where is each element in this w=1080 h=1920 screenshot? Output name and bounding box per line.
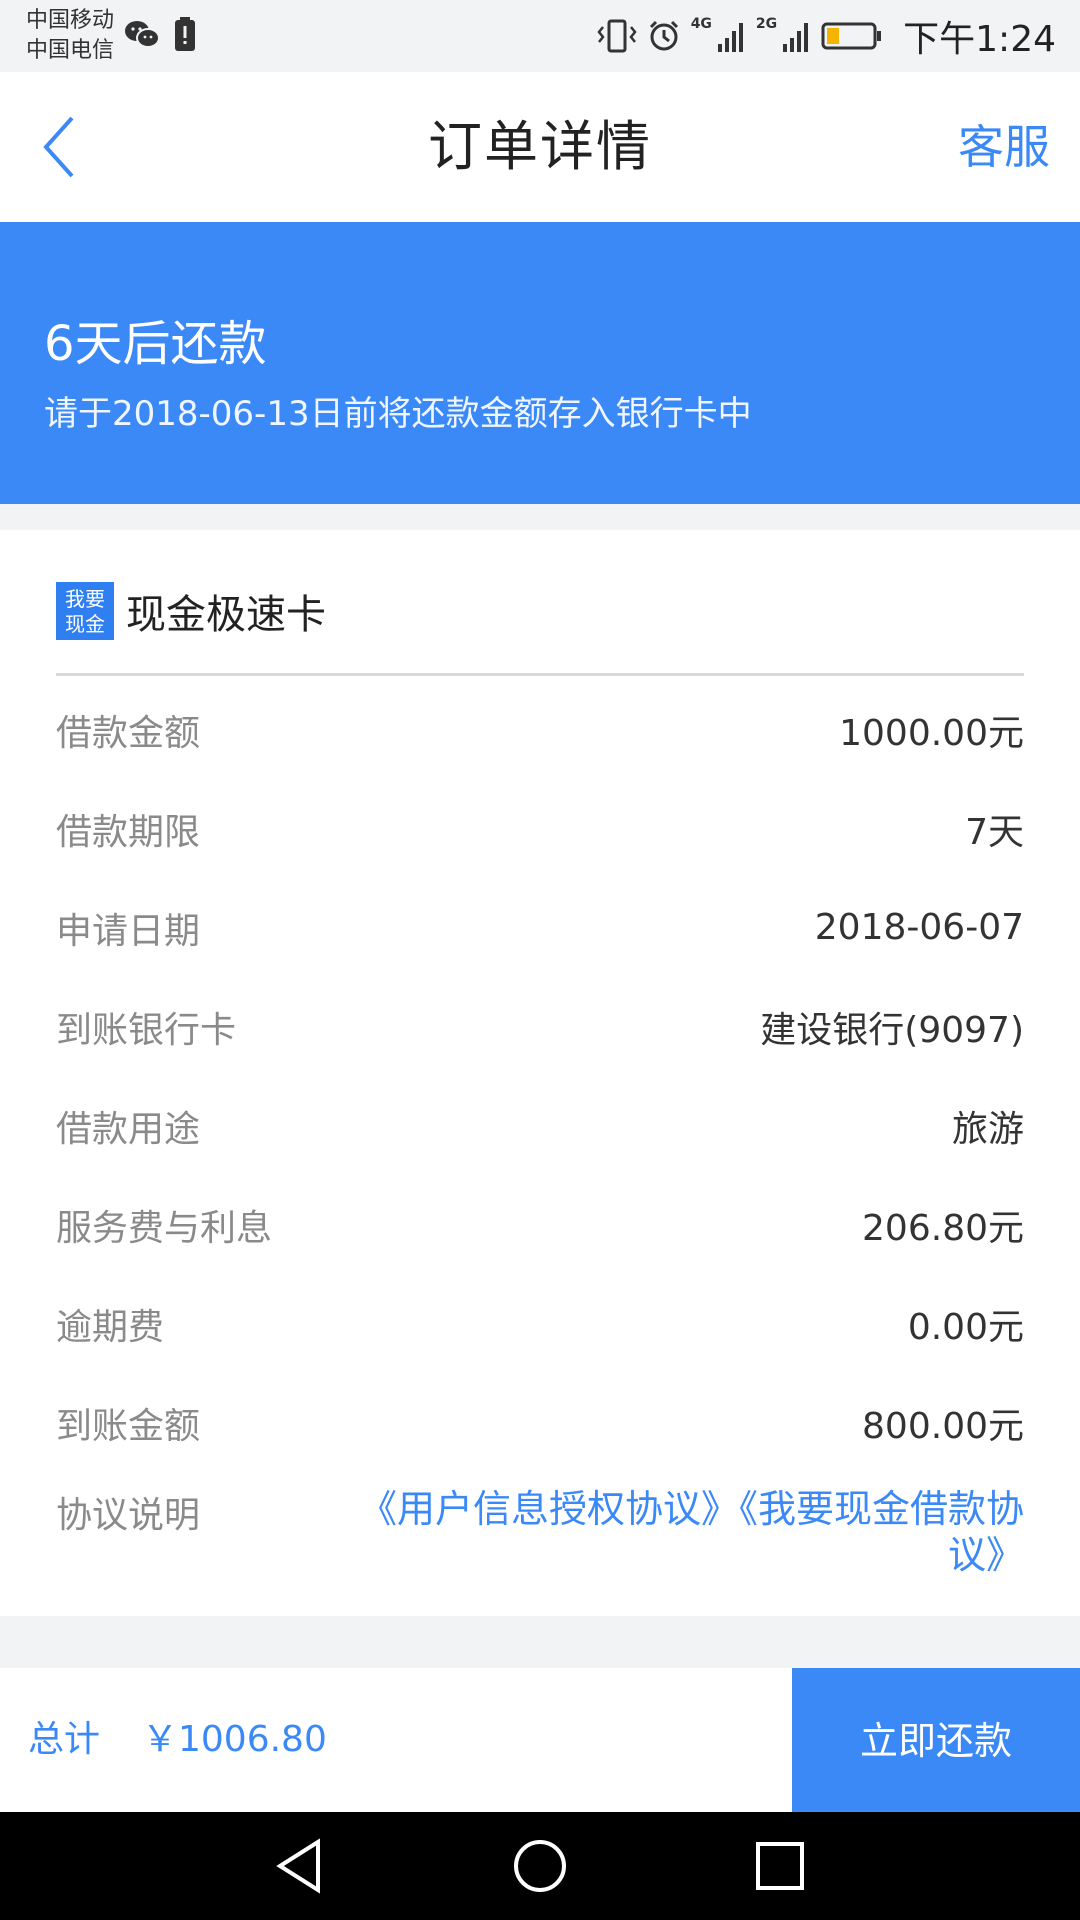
divider <box>56 673 1024 676</box>
signal-icon-2 <box>783 23 809 52</box>
row-value: 206.80元 <box>862 1207 1024 1249</box>
vibrate-icon <box>597 19 637 53</box>
agreement-links: 《用户信息授权协议》《我要现金借款协议》 <box>344 1486 1024 1578</box>
card-header: 我要 现金 现金极速卡 <box>56 582 326 640</box>
total-amount: ￥1006.80 <box>142 1719 327 1760</box>
carrier-info: 中国移动 中国电信 <box>26 6 114 66</box>
circle-home-icon <box>514 1840 566 1892</box>
row-value: 800.00元 <box>862 1405 1024 1447</box>
page-title: 订单详情 <box>428 115 652 178</box>
system-home-button[interactable] <box>508 1834 572 1898</box>
signal-icon <box>717 23 743 52</box>
row-label: 借款金额 <box>56 712 201 754</box>
agreement-row: 协议说明 《用户信息授权协议》《我要现金借款协议》 <box>56 1478 1024 1578</box>
banner-title: 6天后还款 <box>44 316 267 372</box>
battery-saver-icon <box>175 17 195 51</box>
wechat-icon <box>125 21 160 48</box>
product-name: 现金极速卡 <box>126 592 326 638</box>
order-details-card: 我要 现金 现金极速卡 借款金额 1000.00元 借款期限 7天 申请日期 2… <box>0 530 1080 1616</box>
battery-icon <box>821 22 882 50</box>
row-label: 到账金额 <box>56 1405 201 1447</box>
detail-row-apply-date: 申请日期 2018-06-07 <box>56 878 1024 977</box>
row-value: 旅游 <box>951 1108 1024 1150</box>
alarm-icon <box>649 20 678 51</box>
row-value: 7天 <box>965 811 1024 853</box>
row-label: 逾期费 <box>56 1306 165 1348</box>
network-4g-label: 4G <box>690 16 712 32</box>
detail-list: 借款金额 1000.00元 借款期限 7天 申请日期 2018-06-07 到账… <box>56 680 1024 1472</box>
system-nav-bar <box>0 1812 1080 1920</box>
user-info-agreement-link[interactable]: 《用户信息授权协议》 <box>359 1487 739 1531</box>
logo-text-2: 现金 <box>65 611 105 636</box>
detail-row-loan-amount: 借款金额 1000.00元 <box>56 680 1024 779</box>
banner-subtitle: 请于2018-06-13日前将还款金额存入银行卡中 <box>44 394 752 434</box>
row-label: 借款用途 <box>56 1108 201 1150</box>
repay-now-button[interactable]: 立即还款 <box>792 1668 1080 1812</box>
bottom-action-bar: 总计 ￥1006.80 立即还款 <box>0 1668 1080 1812</box>
carrier-1: 中国移动 <box>26 8 115 33</box>
detail-row-purpose: 借款用途 旅游 <box>56 1076 1024 1175</box>
status-bar: 中国移动 中国电信 4G 2G 下午1:24 <box>0 0 1080 72</box>
customer-service-button[interactable]: 客服 <box>958 72 1050 222</box>
detail-row-overdue-fee: 逾期费 0.00元 <box>56 1274 1024 1373</box>
carrier-2: 中国电信 <box>26 38 115 63</box>
row-label: 借款期限 <box>56 811 201 853</box>
status-time: 下午1:24 <box>903 19 1056 60</box>
nav-bar: 订单详情 客服 <box>0 72 1080 222</box>
row-value: 0.00元 <box>907 1306 1024 1348</box>
detail-row-fees-interest: 服务费与利息 206.80元 <box>56 1175 1024 1274</box>
row-label: 申请日期 <box>56 910 201 952</box>
total-label: 总计 <box>28 1719 101 1760</box>
row-value: 1000.00元 <box>839 712 1024 754</box>
network-2g-label: 2G <box>755 16 778 32</box>
detail-row-loan-term: 借款期限 7天 <box>56 779 1024 878</box>
triangle-back-icon <box>276 1838 320 1894</box>
agreement-label: 协议说明 <box>56 1495 201 1536</box>
detail-row-bank-card: 到账银行卡 建设银行(9097) <box>56 977 1024 1076</box>
product-logo: 我要 现金 <box>56 582 114 640</box>
loan-agreement-link[interactable]: 《我要现金借款协议》 <box>739 1487 1024 1577</box>
row-label: 服务费与利息 <box>56 1207 273 1249</box>
detail-row-received-amount: 到账金额 800.00元 <box>56 1373 1024 1472</box>
square-recents-icon <box>756 1842 804 1890</box>
logo-text-1: 我要 <box>65 586 105 611</box>
system-back-button[interactable] <box>268 1834 332 1898</box>
repayment-banner: 6天后还款 请于2018-06-13日前将还款金额存入银行卡中 <box>0 222 1080 504</box>
row-value: 2018-06-07 <box>814 907 1024 948</box>
row-label: 到账银行卡 <box>56 1009 237 1051</box>
row-value: 建设银行(9097) <box>760 1009 1024 1051</box>
system-recents-button[interactable] <box>748 1834 812 1898</box>
